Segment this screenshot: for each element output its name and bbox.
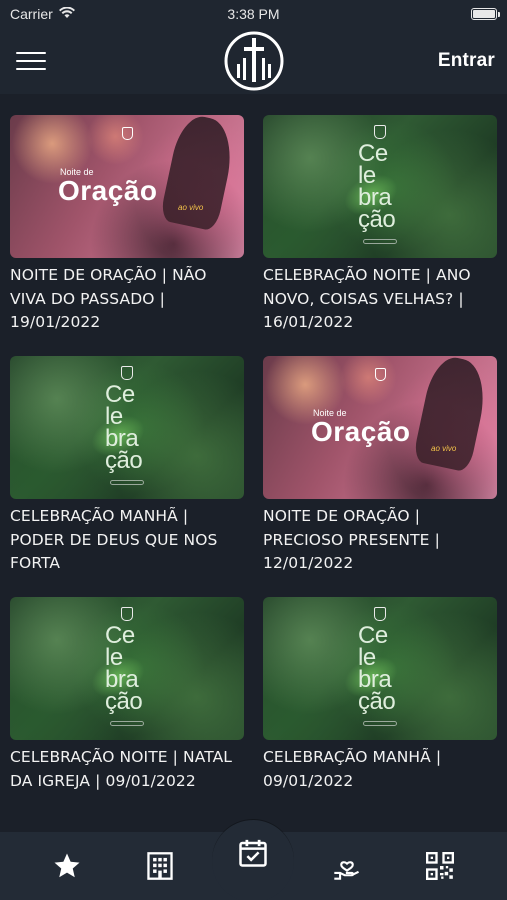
church-emblem-icon bbox=[374, 125, 386, 139]
post-thumbnail: Ce le bra ção bbox=[10, 356, 244, 499]
login-button[interactable]: Entrar bbox=[438, 50, 495, 72]
post-thumbnail: Noite de Oração ao vivo bbox=[263, 356, 497, 499]
post-title: CELEBRAÇÃO NOITE | NATAL DA IGREJA | 09/… bbox=[10, 748, 233, 790]
post-title: NOITE DE ORAÇÃO | NÃO VIVA DO PASSADO | … bbox=[10, 266, 207, 331]
post-card[interactable]: Ce le bra ção CELEBRAÇÃO MANHÃ | 09/01/2… bbox=[263, 597, 497, 793]
nav-donate[interactable] bbox=[322, 841, 372, 891]
building-icon bbox=[147, 852, 173, 880]
star-icon bbox=[54, 853, 80, 878]
church-emblem-icon bbox=[375, 368, 386, 381]
status-time: 3:38 PM bbox=[227, 6, 280, 22]
post-thumbnail: Noite de Oração ao vivo bbox=[10, 115, 244, 258]
calendar-check-icon bbox=[238, 838, 268, 873]
church-emblem-icon bbox=[121, 366, 133, 380]
post-thumbnail: Ce le bra ção bbox=[263, 115, 497, 258]
post-title: NOITE DE ORAÇÃO | PRECIOSO PRESENTE | 12… bbox=[263, 507, 440, 572]
qr-code-icon bbox=[426, 852, 455, 880]
nav-center-calendar[interactable] bbox=[212, 820, 294, 900]
post-card[interactable]: Ce le bra ção CELEBRAÇÃO MANHÃ | PODER D… bbox=[10, 356, 244, 576]
post-title: CELEBRAÇÃO MANHÃ | PODER DE DEUS QUE NOS… bbox=[10, 507, 218, 572]
post-grid: Noite de Oração ao vivo NOITE DE ORAÇÃO … bbox=[0, 94, 507, 831]
church-cross-logo-icon bbox=[223, 30, 285, 92]
status-bar: Carrier 3:38 PM bbox=[0, 0, 507, 28]
church-emblem-icon bbox=[122, 127, 133, 140]
app-header: Entrar bbox=[0, 28, 507, 94]
post-card[interactable]: Noite de Oração ao vivo NOITE DE ORAÇÃO … bbox=[263, 356, 497, 576]
hand-heart-icon bbox=[334, 861, 359, 880]
hamburger-menu-icon[interactable] bbox=[16, 50, 46, 72]
post-title: CELEBRAÇÃO NOITE | ANO NOVO, COISAS VELH… bbox=[263, 266, 471, 331]
nav-church[interactable] bbox=[135, 841, 185, 891]
church-emblem-icon bbox=[374, 607, 386, 621]
nav-qr[interactable] bbox=[415, 841, 465, 891]
post-title: CELEBRAÇÃO MANHÃ | 09/01/2022 bbox=[263, 748, 442, 790]
post-card[interactable]: Ce le bra ção CELEBRAÇÃO NOITE | NATAL D… bbox=[10, 597, 244, 793]
post-thumbnail: Ce le bra ção bbox=[10, 597, 244, 740]
battery-icon bbox=[471, 8, 500, 20]
post-card[interactable]: Ce le bra ção CELEBRAÇÃO NOITE | ANO NOV… bbox=[263, 115, 497, 335]
church-emblem-icon bbox=[121, 607, 133, 621]
post-thumbnail: Ce le bra ção bbox=[263, 597, 497, 740]
nav-favorites[interactable] bbox=[42, 841, 92, 891]
post-card[interactable]: Noite de Oração ao vivo NOITE DE ORAÇÃO … bbox=[10, 115, 244, 335]
